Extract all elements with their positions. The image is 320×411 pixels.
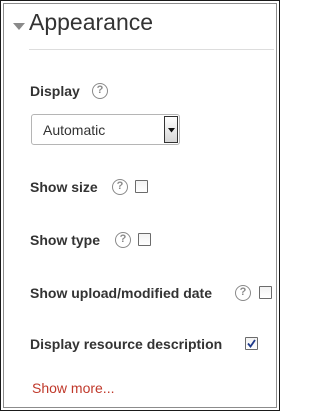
display-select[interactable]: Automatic	[31, 114, 180, 145]
display-help-icon[interactable]: ?	[92, 83, 108, 99]
appearance-section: Appearance Display ? Automatic Show size…	[3, 3, 277, 408]
show-type-label: Show type	[30, 232, 101, 248]
display-description-label: Display resource description	[30, 336, 223, 352]
display-description-checkbox[interactable]	[245, 337, 258, 350]
show-size-label: Show size	[30, 179, 98, 195]
show-upload-date-label: Show upload/modified date	[30, 285, 212, 301]
checkmark-icon	[247, 339, 256, 348]
section-title: Appearance	[29, 9, 154, 35]
display-select-value: Automatic	[43, 122, 106, 138]
collapse-triangle-icon[interactable]	[13, 23, 25, 31]
section-header[interactable]: Appearance	[4, 4, 276, 50]
dropdown-arrow-icon[interactable]	[164, 116, 178, 143]
section-divider	[29, 49, 274, 50]
show-more-link[interactable]: Show more...	[32, 380, 114, 396]
show-type-checkbox[interactable]	[138, 233, 151, 246]
show-size-checkbox[interactable]	[135, 180, 148, 193]
display-label: Display	[30, 83, 80, 99]
show-size-help-icon[interactable]: ?	[112, 179, 128, 195]
show-upload-date-help-icon[interactable]: ?	[235, 285, 251, 301]
settings-panel: Appearance Display ? Automatic Show size…	[0, 0, 280, 411]
show-type-help-icon[interactable]: ?	[115, 232, 131, 248]
show-upload-date-checkbox[interactable]	[259, 286, 272, 299]
